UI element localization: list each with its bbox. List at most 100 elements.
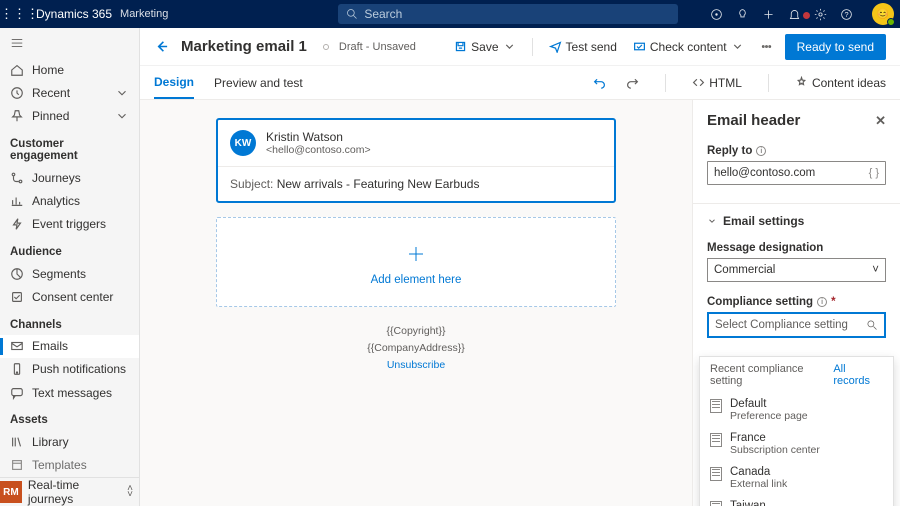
from-avatar: KW	[230, 130, 256, 156]
from-name: Kristin Watson	[266, 130, 371, 144]
nav-recent[interactable]: Recent	[0, 81, 139, 104]
record-icon	[710, 467, 722, 481]
dropdown-all-records[interactable]: All records	[833, 363, 883, 387]
check-content-button[interactable]: Check content	[629, 36, 748, 58]
option-subtitle: Preference page	[730, 410, 808, 422]
nav-journeys[interactable]: Journeys	[0, 166, 139, 189]
left-nav: Home Recent Pinned Customer engagement J…	[0, 28, 140, 506]
page-title: Marketing email 1	[181, 38, 307, 55]
compliance-option[interactable]: FranceSubscription center	[700, 427, 893, 461]
undo-button[interactable]	[593, 76, 606, 89]
from-row[interactable]: KW Kristin Watson <hello@contoso.com>	[218, 120, 614, 167]
designation-select[interactable]: Commercial˅	[707, 258, 886, 282]
nav-analytics[interactable]: Analytics	[0, 189, 139, 212]
brand-label: Dynamics 365	[28, 7, 120, 21]
compliance-option[interactable]: CanadaExternal link	[700, 461, 893, 495]
global-header: ⋮⋮⋮ Dynamics 365 Marketing Search ? 😊	[0, 0, 900, 28]
option-subtitle: Subscription center	[730, 444, 820, 456]
dropdown-recent-label: Recent compliance setting	[710, 363, 833, 387]
chevron-down-icon	[115, 86, 129, 100]
info-icon[interactable]: i	[817, 297, 827, 307]
nav-section-engagement: Customer engagement	[0, 128, 139, 166]
design-canvas[interactable]: KW Kristin Watson <hello@contoso.com> Su…	[140, 100, 692, 506]
nav-pinned[interactable]: Pinned	[0, 105, 139, 128]
close-panel-button[interactable]: ✕	[875, 113, 886, 129]
subject-label: Subject:	[230, 177, 273, 191]
tab-design[interactable]: Design	[154, 67, 194, 99]
reply-to-label: Reply toi	[707, 145, 886, 157]
panel-title: Email header✕	[707, 112, 886, 129]
nav-text-messages[interactable]: Text messages	[0, 381, 139, 404]
subject-row[interactable]: Subject: New arrivals - Featuring New Ea…	[218, 167, 614, 201]
compliance-option[interactable]: TaiwanPreference page	[700, 495, 893, 506]
chevron-down-icon	[731, 40, 744, 53]
option-subtitle: External link	[730, 478, 787, 490]
lightbulb-icon[interactable]	[736, 8, 762, 21]
area-switcher[interactable]: RM Real-time journeys ˄˅	[0, 477, 139, 506]
unsaved-indicator-icon	[323, 44, 329, 50]
nav-section-channels: Channels	[0, 309, 139, 335]
nav-section-audience: Audience	[0, 236, 139, 262]
reply-to-input[interactable]: hello@contoso.com{ }	[707, 161, 886, 185]
settings-icon[interactable]	[814, 8, 840, 21]
email-settings-section[interactable]: Email settings	[707, 214, 886, 228]
add-element-zone[interactable]: Add element here	[216, 217, 616, 307]
search-icon	[866, 319, 878, 331]
footer-copyright: {{Copyright}}	[216, 323, 616, 340]
option-name: France	[730, 432, 820, 444]
search-placeholder: Search	[364, 7, 402, 21]
subject-value: New arrivals - Featuring New Earbuds	[277, 177, 480, 191]
nav-home[interactable]: Home	[0, 58, 139, 81]
save-button[interactable]: Save	[450, 36, 519, 58]
nav-push-notifications[interactable]: Push notifications	[0, 358, 139, 381]
content-ideas-button[interactable]: Content ideas	[795, 76, 886, 90]
nav-section-assets: Assets	[0, 404, 139, 430]
compliance-lookup[interactable]: Select Compliance setting	[707, 312, 886, 338]
updown-icon: ˄˅	[127, 486, 133, 498]
record-icon	[710, 433, 722, 447]
footer-address: {{CompanyAddress}}	[216, 340, 616, 357]
area-switcher-label: Real-time journeys	[28, 478, 127, 506]
help-icon[interactable]: ?	[840, 8, 866, 21]
back-button[interactable]	[154, 39, 169, 54]
compliance-option[interactable]: DefaultPreference page	[700, 393, 893, 427]
assistant-icon[interactable]	[710, 8, 736, 21]
global-search[interactable]: Search	[338, 4, 678, 24]
ready-to-send-button[interactable]: Ready to send	[785, 34, 886, 60]
content-area: Marketing email 1 Draft - Unsaved Save T…	[140, 28, 900, 506]
from-email: <hello@contoso.com>	[266, 144, 371, 156]
search-icon	[346, 8, 358, 20]
nav-event-triggers[interactable]: Event triggers	[0, 213, 139, 236]
compliance-label: Compliance settingi*	[707, 296, 886, 308]
page-status: Draft - Unsaved	[339, 41, 416, 53]
user-avatar[interactable]: 😊	[872, 3, 894, 25]
info-icon[interactable]: i	[756, 146, 766, 156]
add-element-label: Add element here	[217, 274, 615, 286]
more-commands-button[interactable]	[756, 36, 777, 57]
nav-emails[interactable]: Emails	[0, 335, 139, 358]
svg-text:?: ?	[844, 9, 848, 18]
nav-library[interactable]: Library	[0, 430, 139, 453]
test-send-button[interactable]: Test send	[545, 36, 621, 58]
nav-consent-center[interactable]: Consent center	[0, 285, 139, 308]
nav-segments[interactable]: Segments	[0, 262, 139, 285]
compliance-dropdown: Recent compliance settingAll records Def…	[699, 356, 894, 506]
tab-bar: Design Preview and test HTML Content ide…	[140, 66, 900, 100]
nav-collapse-button[interactable]	[0, 28, 139, 58]
app-launcher-icon[interactable]: ⋮⋮⋮	[0, 6, 28, 22]
email-footer: {{Copyright}} {{CompanyAddress}} Unsubsc…	[216, 323, 616, 373]
module-label: Marketing	[120, 8, 168, 20]
add-icon[interactable]	[762, 8, 788, 21]
properties-panel: Email header✕ Reply toi hello@contoso.co…	[692, 100, 900, 506]
record-icon	[710, 501, 722, 506]
option-name: Canada	[730, 466, 787, 478]
footer-unsubscribe[interactable]: Unsubscribe	[216, 357, 616, 374]
tab-preview[interactable]: Preview and test	[214, 68, 303, 98]
redo-button[interactable]	[626, 76, 639, 89]
email-header-card[interactable]: KW Kristin Watson <hello@contoso.com> Su…	[216, 118, 616, 203]
personalize-icon[interactable]: { }	[869, 167, 879, 179]
notification-icon[interactable]	[788, 8, 814, 21]
html-view-button[interactable]: HTML	[692, 76, 742, 90]
option-name: Default	[730, 398, 808, 410]
nav-templates[interactable]: Templates	[0, 454, 139, 477]
